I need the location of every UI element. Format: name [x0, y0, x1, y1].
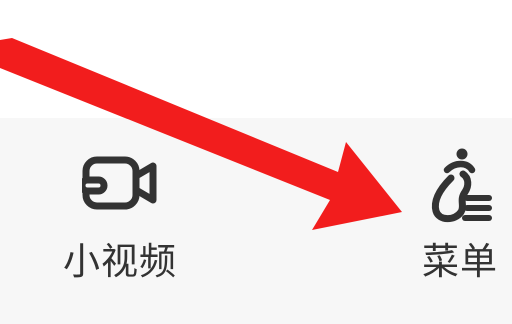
tab-short-video[interactable]: 小视频	[40, 118, 200, 324]
tab-short-video-label: 小视频	[63, 240, 177, 283]
bottom-tab-bar: 小视频 菜单	[0, 118, 512, 324]
content-area	[0, 0, 512, 118]
video-camera-icon	[82, 156, 157, 210]
tab-menu-label: 菜单	[422, 240, 498, 283]
menu-figure-icon	[431, 148, 492, 223]
tab-menu[interactable]: 菜单	[380, 118, 512, 324]
